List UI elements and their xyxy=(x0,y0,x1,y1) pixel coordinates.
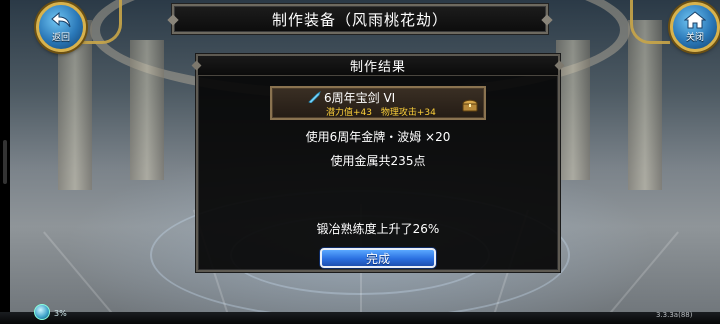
loading-orb-icon xyxy=(34,304,50,320)
complete-button[interactable]: 完成 xyxy=(320,248,436,268)
sword-crystal-icon xyxy=(308,91,321,103)
title-bar: 制作装备（风雨桃花劫） xyxy=(172,4,548,34)
crafted-item-card[interactable]: 6周年宝剑 VI 潜力值+43 物理攻击+34 xyxy=(270,86,486,120)
complete-button-label: 完成 xyxy=(365,251,390,266)
pillar xyxy=(556,40,590,180)
close-button[interactable]: 关闭 xyxy=(670,2,720,52)
camera-notch xyxy=(3,140,7,184)
craft-result-dialog: 制作结果 6周年宝剑 VI 潜力值+43 物理攻击+34 使用6周年金牌・波姆 … xyxy=(196,54,560,272)
item-stats: 潜力值+43 物理攻击+34 xyxy=(326,105,442,118)
version-label: 3.3.3a(88) xyxy=(656,311,693,319)
page-title: 制作装备（风雨桃花劫） xyxy=(271,10,448,29)
treasure-chest-icon xyxy=(462,99,478,112)
home-icon xyxy=(684,11,706,29)
item-stat: 潜力值+43 xyxy=(326,108,372,118)
device-edge xyxy=(0,0,10,324)
item-stat: 物理攻击+34 xyxy=(380,108,436,118)
back-button[interactable]: 返回 xyxy=(36,2,86,52)
pillar xyxy=(130,40,164,180)
close-button-label: 关闭 xyxy=(685,33,704,43)
dialog-title: 制作结果 xyxy=(349,60,406,75)
metal-used-text: 使用金属共235点 xyxy=(330,154,426,168)
item-name: 6周年宝剑 VI xyxy=(324,91,396,105)
materials-used-text: 使用6周年金牌・波姆 ×20 xyxy=(305,130,451,144)
dialog-header: 制作结果 xyxy=(198,56,558,76)
back-button-label: 返回 xyxy=(51,33,70,43)
proficiency-gain-text: 锻冶熟练度上升了26% xyxy=(316,222,440,236)
back-arrow-icon xyxy=(51,11,71,28)
bottom-status-bar xyxy=(0,312,720,324)
pillar xyxy=(628,20,662,190)
frame-ornament xyxy=(82,0,122,44)
progress-percent: 3% xyxy=(54,309,67,318)
frame-ornament xyxy=(630,0,670,44)
